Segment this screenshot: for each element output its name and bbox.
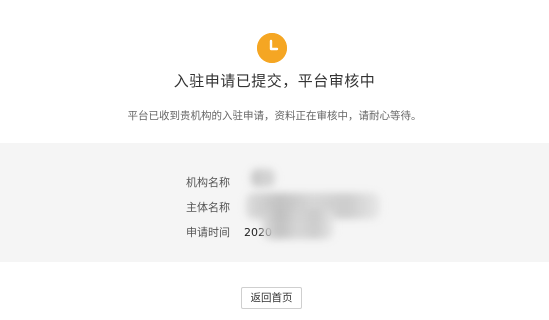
redaction-blur (262, 209, 334, 239)
info-label: 主体名称 (186, 201, 230, 214)
back-to-home-button[interactable]: 返回首页 (241, 287, 302, 309)
info-row-application-time: 申请时间 2020 (186, 224, 272, 240)
info-label: 机构名称 (186, 176, 230, 189)
clock-icon (257, 33, 287, 63)
info-row-entity-name: 主体名称 (186, 199, 244, 215)
status-message: 平台已收到贵机构的入驻申请，资料正在审核中，请耐心等待。 (127, 110, 422, 122)
status-title: 入驻申请已提交，平台审核中 (173, 72, 376, 90)
info-row-institution-name: 机构名称 (186, 174, 244, 190)
submission-status-page: 入驻申请已提交，平台审核中 平台已收到贵机构的入驻申请，资料正在审核中，请耐心等… (0, 0, 549, 320)
redaction-blur (250, 169, 276, 187)
info-label: 申请时间 (186, 226, 230, 239)
application-info-panel: 机构名称 主体名称 申请时间 2020 (0, 143, 549, 262)
